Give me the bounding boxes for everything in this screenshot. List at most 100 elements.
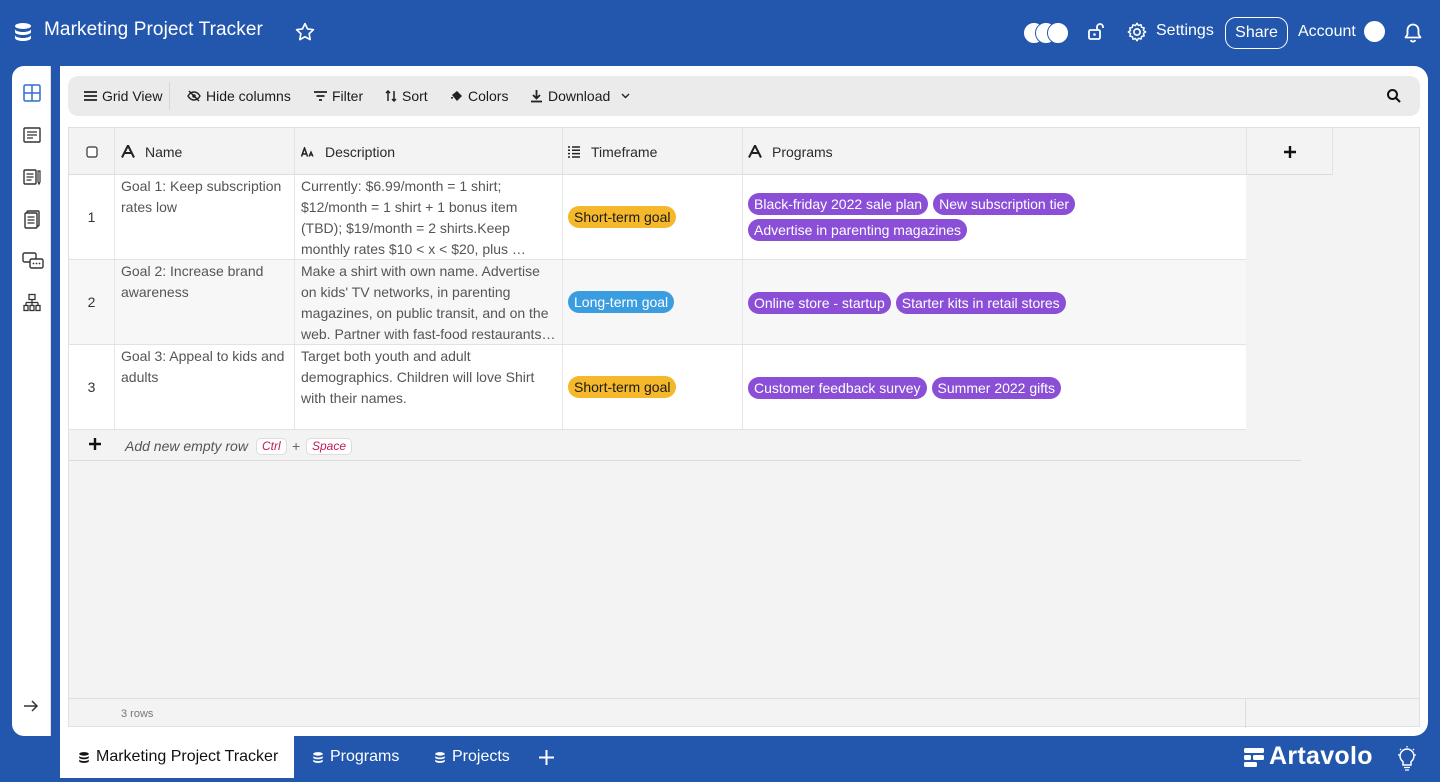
timeframe-tag: Short-term goal [568, 206, 677, 228]
comments-view-icon[interactable] [22, 251, 44, 271]
brand-name: Artavolo [1269, 742, 1373, 770]
view-switcher-rail [12, 66, 51, 736]
settings-button[interactable]: Settings [1156, 22, 1214, 40]
grid-view-icon[interactable] [22, 83, 42, 103]
timeframe-cell[interactable]: Short-term goal [563, 345, 743, 429]
app-title[interactable]: Marketing Project Tracker [44, 19, 263, 41]
document-view-icon[interactable] [22, 209, 42, 229]
table-row[interactable]: 2 Goal 2: Increase brand awareness Make … [69, 260, 1246, 345]
tab-programs[interactable]: Programs [312, 736, 399, 778]
programs-cell[interactable]: Black-friday 2022 sale plan New subscrip… [743, 175, 1246, 259]
search-icon[interactable] [1386, 88, 1402, 104]
sort-icon [385, 90, 397, 102]
table-row[interactable]: 1 Goal 1: Keep subscription rates low Cu… [69, 175, 1246, 260]
row-number: 2 [69, 260, 115, 344]
form-view-icon[interactable] [22, 167, 42, 187]
star-icon[interactable] [294, 21, 316, 43]
name-cell[interactable]: Goal 3: Appeal to kids and adults [115, 345, 295, 429]
add-tab-button[interactable] [539, 750, 554, 765]
table-tabs: Marketing Project Tracker Programs Proje… [0, 736, 1440, 782]
download-button[interactable]: Download [530, 87, 630, 105]
gallery-view-icon[interactable] [22, 125, 42, 145]
shortcut-key-space: Space [306, 438, 353, 455]
filter-icon [314, 90, 327, 102]
program-tag: Customer feedback survey [748, 377, 927, 399]
description-cell[interactable]: Currently: $6.99/month = 1 shirt; $12/mo… [295, 175, 563, 259]
description-cell[interactable]: Target both youth and adult demographics… [295, 345, 563, 429]
database-icon [312, 751, 324, 764]
main-panel: Grid View Hide columns Filter Sort Color… [60, 66, 1428, 736]
add-row-label: Add new empty row [125, 438, 248, 454]
brand-mark-icon [1243, 746, 1265, 768]
timeframe-tag: Long-term goal [568, 291, 675, 313]
chevron-down-icon [621, 93, 630, 99]
toolbar-divider [169, 82, 170, 110]
description-cell[interactable]: Make a shirt with own name. Advertise on… [295, 260, 563, 344]
timeframe-tag: Short-term goal [568, 376, 677, 398]
account-button[interactable]: Account [1298, 23, 1356, 41]
column-header-timeframe[interactable]: Timeframe [563, 128, 743, 175]
text-type-icon [748, 145, 762, 158]
plus-icon [89, 438, 101, 450]
column-header-name[interactable]: Name [115, 128, 295, 175]
program-tag: Advertise in parenting magazines [748, 219, 968, 241]
toolbar: Grid View Hide columns Filter Sort Color… [68, 76, 1420, 116]
collaborator-avatar-icon [1047, 22, 1069, 44]
colors-button[interactable]: Colors [450, 87, 508, 105]
data-grid: Name Description Timeframe Programs 1 Go… [68, 127, 1420, 728]
text-type-icon [121, 145, 135, 158]
eye-off-icon [187, 90, 201, 102]
shortcut-key-ctrl: Ctrl [256, 438, 287, 455]
unlock-icon[interactable] [1086, 21, 1106, 41]
sort-button[interactable]: Sort [385, 87, 428, 105]
brand-logo: Artavolo [1243, 742, 1373, 771]
description-text: Target both youth and adult demographics… [301, 348, 535, 406]
name-cell[interactable]: Goal 2: Increase brand awareness [115, 260, 295, 344]
paint-bucket-icon [450, 90, 463, 102]
bell-icon[interactable] [1403, 22, 1423, 44]
tab-marketing-project-tracker[interactable]: Marketing Project Tracker [60, 736, 294, 778]
timeframe-cell[interactable]: Long-term goal [563, 260, 743, 344]
column-header-description[interactable]: Description [295, 128, 563, 175]
database-icon [78, 751, 90, 764]
timeframe-cell[interactable]: Short-term goal [563, 175, 743, 259]
gear-icon[interactable] [1126, 21, 1148, 43]
table-row[interactable]: 3 Goal 3: Appeal to kids and adults Targ… [69, 345, 1246, 430]
hide-columns-button[interactable]: Hide columns [187, 87, 291, 105]
grid-view-button[interactable]: Grid View [84, 87, 162, 105]
filter-button[interactable]: Filter [314, 87, 363, 105]
programs-cell[interactable]: Customer feedback survey Summer 2022 gif… [743, 345, 1246, 429]
column-header-programs[interactable]: Programs [743, 128, 1246, 175]
program-tag: Summer 2022 gifts [931, 377, 1062, 399]
row-number: 3 [69, 345, 115, 429]
expand-arrow-icon[interactable] [23, 699, 39, 713]
grid-header: Name Description Timeframe Programs [69, 128, 1333, 175]
database-icon [13, 22, 33, 42]
programs-cell[interactable]: Online store - startup Starter kits in r… [743, 260, 1246, 344]
footer-divider [1245, 699, 1246, 728]
add-row-button[interactable]: Add new empty row Ctrl + Space [69, 430, 1301, 461]
checkbox-icon [85, 145, 98, 158]
program-tag: Black-friday 2022 sale plan [748, 193, 929, 215]
collaborators-avatars[interactable] [1023, 22, 1069, 44]
description-text: Make a shirt with own name. Advertise on… [301, 263, 556, 342]
share-button[interactable]: Share [1225, 17, 1288, 49]
long-text-icon [301, 146, 315, 157]
lightbulb-icon[interactable] [1396, 746, 1418, 772]
top-bar: Marketing Project Tracker Settings Share… [0, 0, 1440, 64]
database-icon [434, 751, 446, 764]
select-all-checkbox[interactable] [69, 128, 115, 175]
program-tag: Starter kits in retail stores [895, 292, 1066, 314]
grid-footer: 3 rows [69, 698, 1419, 728]
name-cell[interactable]: Goal 1: Keep subscription rates low [115, 175, 295, 259]
account-avatar[interactable] [1364, 21, 1385, 42]
download-icon [530, 89, 543, 103]
row-count: 3 rows [121, 708, 154, 720]
list-icon [567, 145, 581, 158]
add-column-button[interactable] [1246, 128, 1333, 175]
program-tag: New subscription tier [933, 193, 1076, 215]
shortcut-plus: + [292, 438, 301, 454]
row-number: 1 [69, 175, 115, 259]
org-chart-view-icon[interactable] [22, 293, 42, 313]
tab-projects[interactable]: Projects [434, 736, 510, 778]
